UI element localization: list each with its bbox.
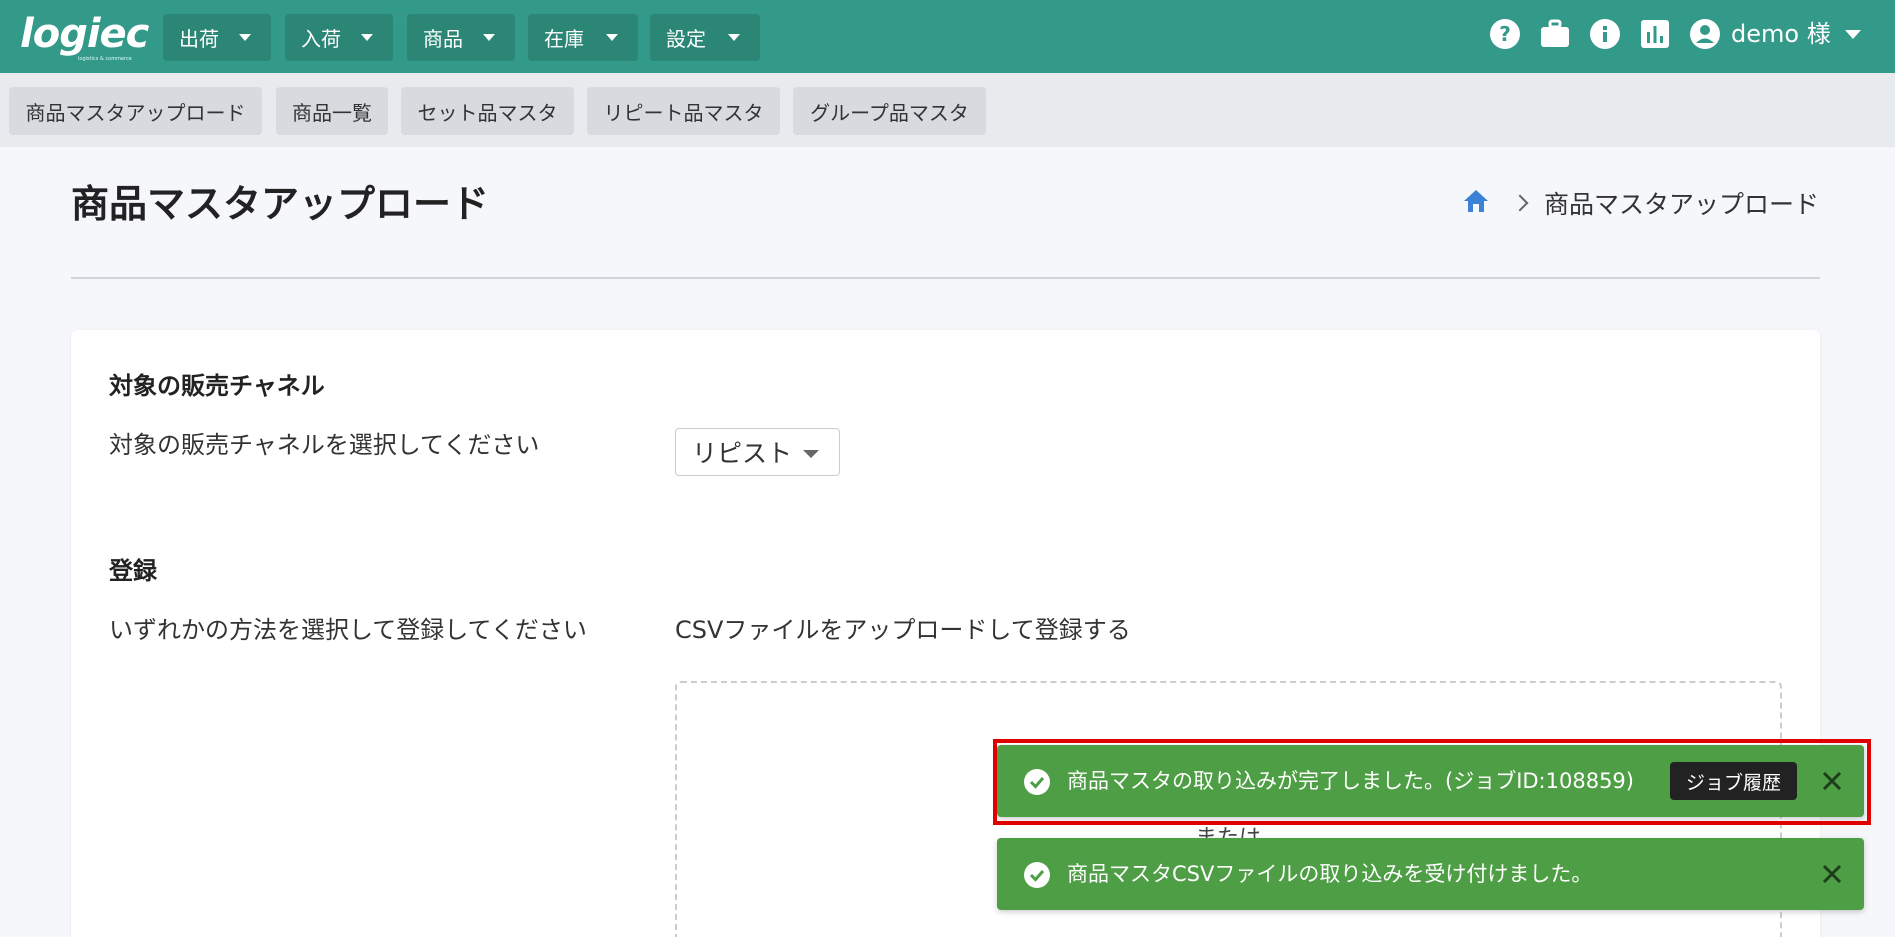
channel-section-title: 対象の販売チャネル	[109, 372, 325, 400]
check-circle-icon	[1023, 861, 1051, 889]
logo[interactable]: logiec logistics & commerce	[20, 11, 149, 62]
nav-shipping[interactable]: 出荷	[163, 14, 271, 61]
nav-settings[interactable]: 設定	[650, 14, 760, 61]
chevron-right-icon	[1511, 194, 1529, 212]
nav-receiving[interactable]: 入荷	[285, 14, 393, 61]
chart-icon[interactable]	[1638, 17, 1672, 51]
nav-label: 設定	[666, 27, 706, 51]
nav-label: 在庫	[544, 27, 584, 51]
briefcase-icon[interactable]	[1538, 17, 1572, 51]
caret-down-icon	[803, 450, 819, 458]
nav-label: 入荷	[301, 27, 341, 51]
caret-down-icon	[239, 34, 251, 41]
caret-down-icon	[728, 34, 740, 41]
close-icon[interactable]	[1818, 860, 1846, 888]
subnav-product-master-upload[interactable]: 商品マスタアップロード	[9, 87, 262, 135]
nav-label: 出荷	[179, 27, 219, 51]
caret-down-icon	[606, 34, 618, 41]
logo-subtext: logistics & commerce	[78, 56, 132, 62]
subnav-repeat-master[interactable]: リピート品マスタ	[587, 87, 780, 135]
subnav-product-list[interactable]: 商品一覧	[276, 87, 388, 135]
logo-text: logiec	[20, 11, 149, 57]
channel-select[interactable]: リピスト	[675, 428, 840, 476]
page-title: 商品マスタアップロード	[71, 182, 490, 226]
register-section-title: 登録	[109, 557, 157, 585]
sub-navbar: 商品マスタアップロード 商品一覧 セット品マスタ リピート品マスタ グループ品マ…	[0, 73, 1895, 147]
breadcrumb: 商品マスタアップロード	[1462, 183, 1819, 223]
channel-select-value: リピスト	[692, 439, 793, 468]
highlight-box	[993, 739, 1871, 825]
caret-down-icon	[361, 34, 373, 41]
top-navbar: logiec logistics & commerce 出荷 入荷 商品 在庫 …	[0, 0, 1895, 73]
home-icon[interactable]	[1462, 188, 1490, 218]
header-divider	[71, 277, 1820, 279]
nav-label: 商品	[423, 27, 463, 51]
svg-text:?: ?	[1499, 22, 1511, 46]
toast-message: 商品マスタCSVファイルの取り込みを受け付けました。	[1067, 862, 1593, 886]
info-icon[interactable]	[1588, 17, 1622, 51]
channel-description: 対象の販売チャネルを選択してください	[109, 431, 540, 459]
toast-csv-accepted: 商品マスタCSVファイルの取り込みを受け付けました。	[997, 838, 1864, 910]
nav-products[interactable]: 商品	[407, 14, 515, 61]
csv-upload-label: CSVファイルをアップロードして登録する	[675, 616, 1131, 644]
subnav-set-master[interactable]: セット品マスタ	[401, 87, 574, 135]
account-circle-icon[interactable]	[1688, 17, 1722, 51]
nav-inventory[interactable]: 在庫	[528, 14, 638, 61]
caret-down-icon	[483, 34, 495, 41]
register-description: いずれかの方法を選択して登録してください	[109, 616, 587, 644]
user-menu-label[interactable]: demo 様	[1731, 17, 1831, 51]
breadcrumb-current: 商品マスタアップロード	[1543, 190, 1819, 219]
subnav-group-master[interactable]: グループ品マスタ	[793, 87, 986, 135]
help-icon[interactable]: ?	[1488, 17, 1522, 51]
caret-down-icon[interactable]	[1845, 30, 1861, 39]
